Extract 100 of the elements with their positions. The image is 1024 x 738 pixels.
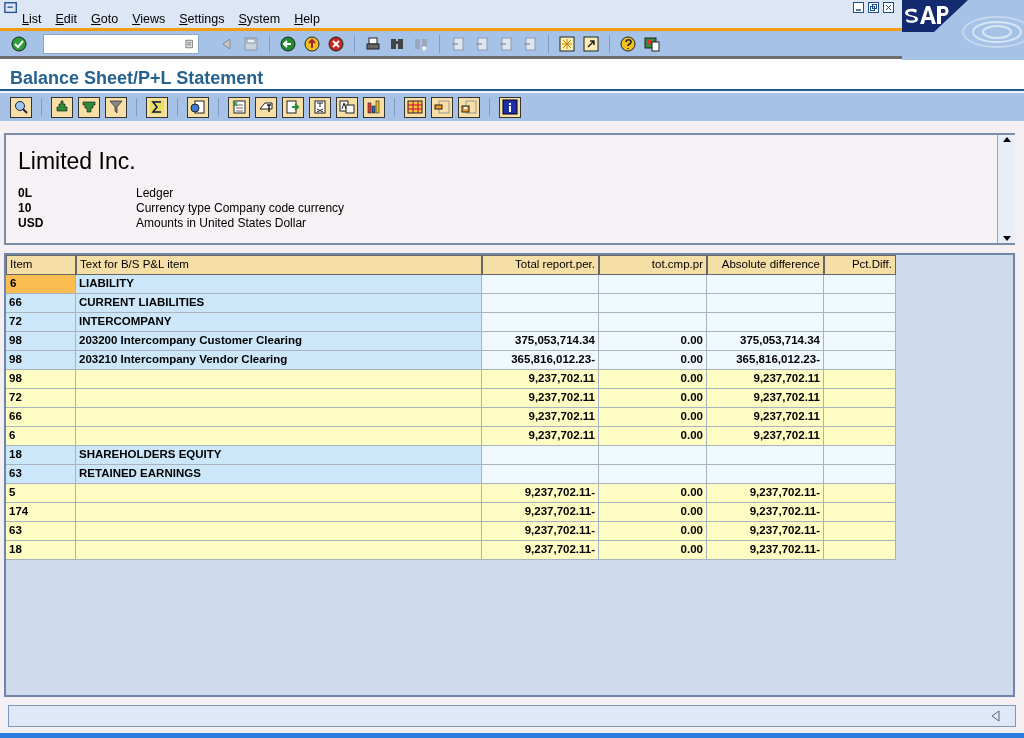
table-cell	[824, 427, 896, 446]
table-cell: 98	[6, 332, 76, 351]
triangle-left-icon[interactable]	[989, 710, 1001, 722]
info-button[interactable]	[499, 96, 521, 118]
table-cell: 375,053,714.34	[707, 332, 824, 351]
column-header[interactable]: Text for B/S P&L item	[76, 255, 482, 275]
menu-item[interactable]: Edit	[55, 13, 77, 26]
shortcut-button[interactable]	[581, 33, 601, 54]
abc-icon	[339, 99, 355, 115]
company-name: Limited Inc.	[18, 149, 137, 175]
menu-item[interactable]: Goto	[91, 13, 119, 26]
screen-title: Balance Sheet/P+L Statement	[10, 68, 264, 88]
magnifier-button[interactable]	[10, 96, 32, 118]
menu-item[interactable]: Settings	[179, 13, 225, 26]
header-text: Currency type Company code currency	[136, 201, 345, 217]
table-cell: 72	[6, 313, 76, 332]
table-cell: 203200 Intercompany Customer Clearing	[76, 332, 482, 351]
table-cell: 98	[6, 351, 76, 370]
scroll-up-icon[interactable]	[1001, 135, 1012, 145]
grid-layout-icon	[407, 99, 423, 115]
table-cell	[824, 484, 896, 503]
help-icon	[620, 35, 636, 52]
table-cell: 9,237,702.11	[707, 389, 824, 408]
magnifier-icon	[13, 99, 29, 115]
table-cell	[824, 370, 896, 389]
table-cell: 9,237,702.11-	[707, 503, 824, 522]
column-header[interactable]: Absolute difference	[707, 255, 824, 275]
table-cell: 5	[6, 484, 76, 503]
column-header[interactable]: Total report.per.	[482, 255, 599, 275]
column-header[interactable]: tot.cmp.pr	[599, 255, 707, 275]
table-cell: 18	[6, 446, 76, 465]
table-cell	[824, 313, 896, 332]
table-cell: 9,237,702.11	[482, 389, 599, 408]
table-cell: 0.00	[599, 408, 707, 427]
table-cell: RETAINED EARNINGS	[76, 465, 482, 484]
menu-item[interactable]: System	[238, 13, 281, 26]
save-layout-button[interactable]	[458, 96, 480, 118]
up-arrow-button[interactable]	[302, 33, 322, 54]
back-icon	[280, 35, 296, 52]
help-button[interactable]	[618, 33, 638, 54]
table-cell: 9,237,702.11	[707, 370, 824, 389]
cancel-button[interactable]	[326, 33, 346, 54]
back-button[interactable]	[278, 33, 298, 54]
grid-layout-button[interactable]	[404, 96, 426, 118]
table-cell: LIABILITY	[76, 275, 482, 294]
info-icon	[502, 99, 518, 115]
table-cell	[824, 503, 896, 522]
select-layout-icon	[434, 99, 450, 115]
sort-descending-button[interactable]	[78, 96, 100, 118]
table-cell: 0.00	[599, 332, 707, 351]
restore-button[interactable]	[868, 2, 879, 13]
table-cell: 66	[6, 408, 76, 427]
list-icon	[183, 37, 194, 50]
shortcut-icon	[583, 35, 599, 52]
table-cell: 66	[6, 294, 76, 313]
table-cell	[824, 408, 896, 427]
command-field[interactable]	[43, 33, 199, 54]
table-cell: 9,237,702.11-	[482, 541, 599, 560]
scroll-down-icon[interactable]	[1001, 233, 1012, 243]
select-layout-button[interactable]	[431, 96, 453, 118]
sigma-button[interactable]	[146, 96, 168, 118]
table-cell	[824, 522, 896, 541]
table-cell: 9,237,702.11	[482, 408, 599, 427]
document-globe-button[interactable]	[187, 96, 209, 118]
bar-chart-icon	[366, 99, 382, 115]
new-window-button[interactable]	[557, 33, 577, 54]
spreadsheet-export-icon	[231, 99, 247, 115]
table-cell	[824, 275, 896, 294]
column-header[interactable]: Pct.Diff.	[824, 255, 896, 275]
close-button[interactable]	[883, 2, 894, 13]
column-header[interactable]: Item	[6, 255, 76, 275]
header-code: USD	[18, 216, 45, 232]
local-file-button[interactable]	[282, 96, 304, 118]
abc-button[interactable]	[336, 96, 358, 118]
vertical-scrollbar[interactable]	[997, 135, 1015, 243]
table-cell: 174	[6, 503, 76, 522]
menu-item[interactable]: List	[22, 13, 42, 26]
minimize-button[interactable]	[853, 2, 864, 13]
table-cell: 72	[6, 389, 76, 408]
monitor-icon	[644, 35, 660, 52]
table-cell: 0.00	[599, 427, 707, 446]
table-cell: 63	[6, 522, 76, 541]
filter-button[interactable]	[105, 96, 127, 118]
check-button[interactable]	[9, 33, 29, 54]
bar-chart-button[interactable]	[363, 96, 385, 118]
table-cell: 375,053,714.34	[482, 332, 599, 351]
table-cell: CURRENT LIABILITIES	[76, 294, 482, 313]
sigma-icon	[149, 99, 165, 115]
table-cell: 0.00	[599, 541, 707, 560]
menu-item[interactable]: Help	[294, 13, 320, 26]
table-cell: 365,816,012.23-	[482, 351, 599, 370]
table-cell: 0.00	[599, 351, 707, 370]
spreadsheet-export-button[interactable]	[228, 96, 250, 118]
table-cell	[824, 389, 896, 408]
table-cell: 6	[6, 427, 76, 446]
sort-ascending-button[interactable]	[51, 96, 73, 118]
table-cell	[824, 446, 896, 465]
table-cell: 203210 Intercompany Vendor Clearing	[76, 351, 482, 370]
menu-item[interactable]: Views	[132, 13, 166, 26]
table-cell: INTERCOMPANY	[76, 313, 482, 332]
